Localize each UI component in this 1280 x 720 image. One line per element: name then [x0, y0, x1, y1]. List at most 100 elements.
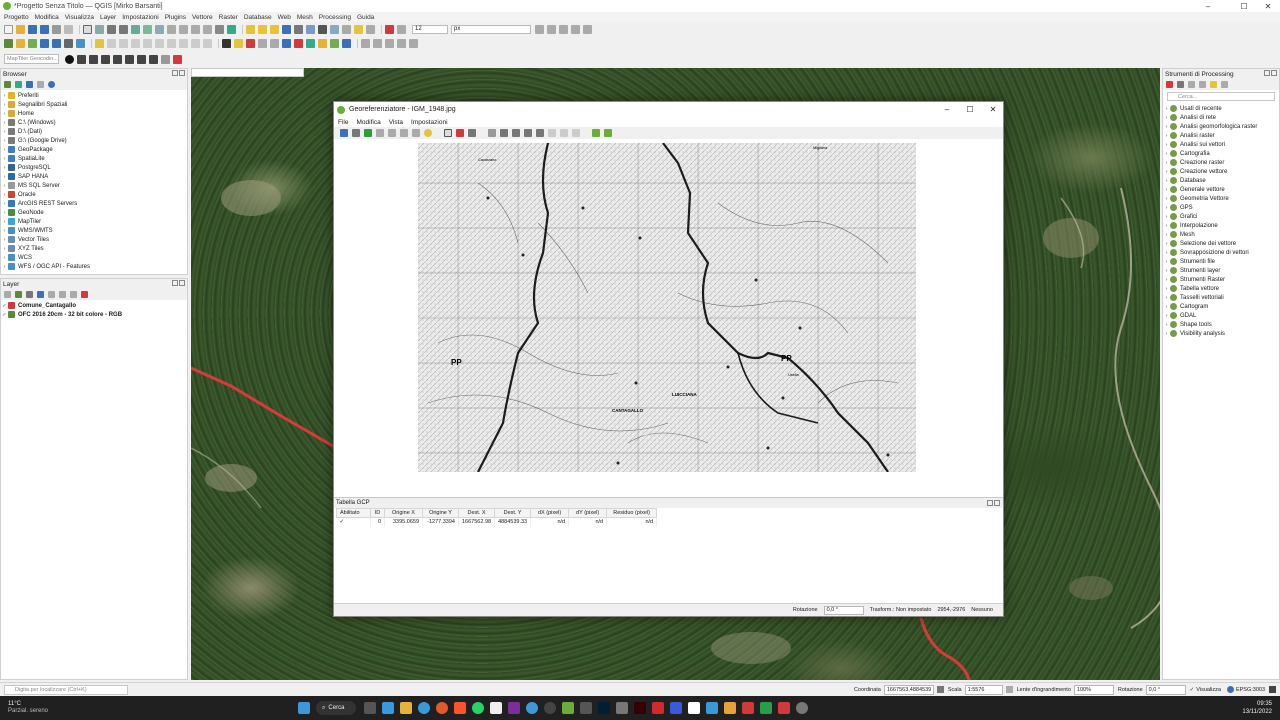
float-panel-icon[interactable] [172, 280, 178, 286]
histogram-stretch-icon[interactable] [592, 129, 600, 137]
expand-all-icon[interactable] [59, 291, 66, 298]
plugin-icon-9[interactable] [361, 39, 370, 48]
app-icon-2[interactable] [580, 702, 593, 714]
deselect-icon[interactable] [282, 24, 291, 34]
processing-item[interactable]: › Usati di recente [1163, 104, 1279, 113]
digitize-ellipse-icon[interactable] [149, 54, 158, 64]
processing-item[interactable]: › Strumenti layer [1163, 266, 1279, 275]
pan-icon[interactable] [83, 24, 92, 34]
processing-search-input[interactable]: Cerca... [1167, 92, 1275, 101]
edge-browser-icon[interactable] [418, 702, 431, 714]
browser-item[interactable]: › D:\ (Dati) [1, 127, 187, 136]
processing-item[interactable]: › Geometria Vettore [1163, 194, 1279, 203]
chevron-right-icon[interactable]: › [1163, 196, 1170, 202]
plugin-icon-2[interactable] [270, 39, 279, 48]
label-tool-icon[interactable] [385, 24, 394, 34]
microphone-icon[interactable] [778, 702, 791, 714]
label-position-icon[interactable] [535, 24, 544, 34]
georef-menu-impostazioni[interactable]: Impostazioni [411, 119, 448, 126]
file-explorer-icon[interactable] [400, 702, 413, 714]
plugin-icon-4[interactable] [294, 39, 303, 48]
filter-icon[interactable] [26, 81, 33, 88]
minimize-button[interactable]: – [1190, 0, 1226, 12]
chevron-right-icon[interactable]: › [1, 165, 8, 171]
browser-item[interactable]: › Home [1, 109, 187, 118]
annotation-icon[interactable] [354, 24, 363, 34]
remove-layer-icon[interactable] [81, 291, 88, 298]
processing-item[interactable]: › Tasselli vettoriali [1163, 293, 1279, 302]
processing-item[interactable]: › Analisi geomorfologica raster [1163, 122, 1279, 131]
menu-guida[interactable]: Guida [357, 14, 374, 21]
rotation-input[interactable]: 0,0 ° [1145, 684, 1186, 695]
new-project-icon[interactable] [4, 24, 13, 34]
menu-progetto[interactable]: Progetto [4, 14, 29, 21]
zoom-out-icon[interactable] [119, 24, 128, 34]
chevron-right-icon[interactable]: › [1, 219, 8, 225]
start-georeferencing-icon[interactable] [364, 129, 372, 137]
full-histogram-icon[interactable] [604, 129, 612, 137]
chevron-right-icon[interactable]: › [1163, 187, 1170, 193]
browser-item[interactable]: › WMS/WMTS [1, 226, 187, 235]
scripts-icon[interactable] [1177, 81, 1184, 88]
chevron-right-icon[interactable]: › [1163, 322, 1170, 328]
close-button[interactable]: ✕ [1250, 0, 1280, 12]
app-icon-8[interactable] [742, 702, 755, 714]
col-abilitato[interactable]: Abilitato [336, 508, 371, 518]
identify-icon[interactable] [246, 24, 255, 34]
chevron-right-icon[interactable]: › [1163, 259, 1170, 265]
chevron-right-icon[interactable]: › [1163, 295, 1170, 301]
layer-visibility-checkbox[interactable]: ✓ [1, 303, 8, 309]
zoom-full-icon[interactable] [131, 24, 140, 34]
toolbox-icon[interactable] [330, 24, 339, 34]
georeferencer-canvas[interactable]: PP PP CANTAGALLO LUICCIANA Cavarzano Mig… [334, 143, 1003, 497]
zoom-native-icon[interactable] [167, 24, 176, 34]
chevron-right-icon[interactable]: › [1163, 160, 1170, 166]
plugin-icon-10[interactable] [373, 39, 382, 48]
processing-item[interactable]: › Strumenti Raster [1163, 275, 1279, 284]
add-vector-icon[interactable] [16, 39, 25, 48]
georef-close-button[interactable]: ✕ [982, 102, 1004, 117]
float-panel-icon[interactable] [987, 500, 993, 506]
new-map-view-icon[interactable] [203, 24, 212, 34]
menu-web[interactable]: Web [278, 14, 291, 21]
chevron-right-icon[interactable]: › [1163, 205, 1170, 211]
chevron-right-icon[interactable]: › [1, 129, 8, 135]
gcp-dst-y[interactable]: 4884539.33 [494, 517, 532, 527]
app-icon-4[interactable] [670, 702, 683, 714]
add-postgis-icon[interactable] [40, 39, 49, 48]
menu-database[interactable]: Database [244, 14, 272, 21]
save-as-icon[interactable] [40, 24, 49, 34]
georef-maximize-button[interactable]: ☐ [959, 102, 981, 117]
plugin-icon-13[interactable] [409, 39, 418, 48]
filter-expression-icon[interactable] [48, 291, 55, 298]
menu-processing[interactable]: Processing [319, 14, 351, 21]
digitize-curve-icon[interactable] [77, 54, 86, 64]
brave-browser-icon[interactable] [454, 702, 467, 714]
refresh-icon[interactable] [227, 24, 236, 34]
chevron-right-icon[interactable]: › [1, 156, 8, 162]
chevron-right-icon[interactable]: › [1163, 268, 1170, 274]
onenote-icon[interactable] [508, 702, 521, 714]
firefox-icon[interactable] [436, 702, 449, 714]
copy-feature-icon[interactable] [167, 39, 176, 48]
processing-item[interactable]: › Creazione raster [1163, 158, 1279, 167]
magnifier-input[interactable]: 100% [1073, 684, 1114, 695]
label-show-icon[interactable] [583, 24, 592, 34]
menu-vettore[interactable]: Vettore [192, 14, 213, 21]
chevron-right-icon[interactable]: › [1, 138, 8, 144]
browser-item[interactable]: › MapTiler [1, 217, 187, 226]
plugin-icon-6[interactable] [318, 39, 327, 48]
circle-tool-icon[interactable] [65, 54, 74, 64]
render-checkbox[interactable]: ✓ [1190, 687, 1195, 693]
crs-globe-icon[interactable] [1226, 686, 1234, 693]
chevron-right-icon[interactable]: › [1163, 313, 1170, 319]
app-icon-10[interactable] [796, 702, 809, 714]
taskbar-search-button[interactable]: ⌕ Cerca [316, 701, 357, 715]
plugin-icon-7[interactable] [330, 39, 339, 48]
app-icon-3[interactable] [616, 702, 629, 714]
models-icon[interactable] [1166, 81, 1173, 88]
temporal-controller-icon[interactable] [215, 24, 224, 34]
photoshop-icon[interactable] [598, 702, 611, 714]
undo-icon[interactable] [191, 39, 200, 48]
plugin-icon-5[interactable] [306, 39, 315, 48]
